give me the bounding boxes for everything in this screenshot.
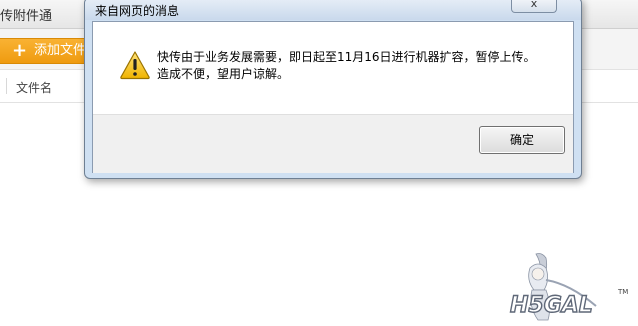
dialog-message: 快传由于业务发展需要，即日起至11月16日进行机器扩容，暂停上传。 造成不便，望… bbox=[157, 49, 567, 83]
add-file-button[interactable]: + 添加文件 bbox=[0, 38, 93, 64]
message-line-1: 快传由于业务发展需要，即日起至11月16日进行机器扩容，暂停上传。 bbox=[157, 50, 536, 64]
dialog-titlebar[interactable]: 来自网页的消息 x bbox=[85, 0, 581, 20]
dialog-body: 快传由于业务发展需要，即日起至11月16日进行机器扩容，暂停上传。 造成不便，望… bbox=[92, 21, 574, 173]
plus-icon: + bbox=[12, 40, 28, 61]
warning-icon bbox=[120, 51, 150, 80]
watermark-tm: TM bbox=[617, 288, 628, 296]
column-header-filename[interactable]: 文件名 bbox=[16, 79, 52, 96]
column-divider bbox=[6, 78, 7, 94]
watermark-text: H5GAL bbox=[510, 293, 593, 318]
message-line-2: 造成不便，望用户谅解。 bbox=[157, 67, 290, 81]
dialog-button-area: 确定 bbox=[93, 114, 573, 173]
close-button[interactable]: x bbox=[511, 0, 557, 13]
dialog-content: 快传由于业务发展需要，即日起至11月16日进行机器扩容，暂停上传。 造成不便，望… bbox=[93, 22, 573, 114]
watermark-logo: H5GAL TM bbox=[509, 253, 628, 321]
add-file-label: 添加文件 bbox=[34, 43, 87, 58]
dialog-title: 来自网页的消息 bbox=[95, 4, 180, 18]
app-title: 传附件通 bbox=[0, 9, 53, 24]
ok-button[interactable]: 确定 bbox=[479, 126, 565, 154]
message-dialog: 来自网页的消息 x 快传由于业务发展需要，即日起至11月16日进行机器扩容，暂停… bbox=[84, 0, 582, 179]
